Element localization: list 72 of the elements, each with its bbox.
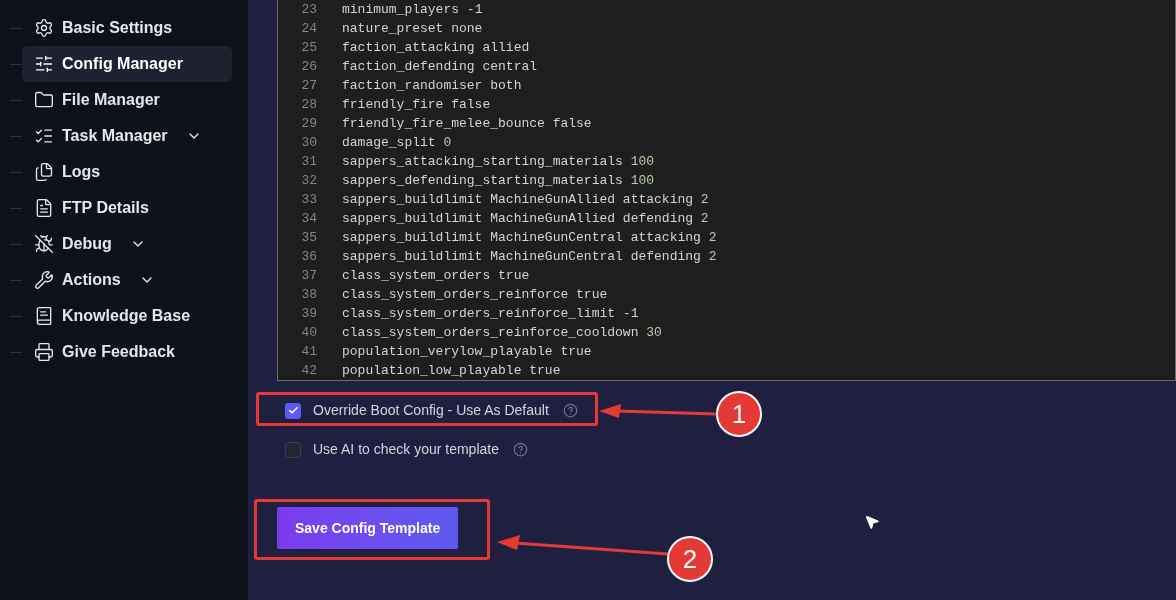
document-icon — [34, 198, 54, 218]
bug-off-icon — [34, 234, 54, 254]
checkbox-label[interactable]: Use AI to check your template — [313, 439, 499, 460]
sidebar-item[interactable]: File Manager — [22, 82, 232, 118]
code-line: sappers_buildlimit MachineGunAllied defending 2 — [342, 210, 709, 228]
code-line: sappers_buildlimit MachineGunCentral defending 2 — [342, 248, 717, 266]
line-number: 37 — [300, 267, 317, 285]
line-number: 26 — [300, 58, 317, 76]
code-line: sappers_defending_starting_materials 100 — [342, 172, 655, 190]
code-line: minimum_players -1 — [342, 1, 483, 19]
code-line: class_system_orders true — [342, 267, 530, 285]
sidebar-item[interactable]: Actions — [22, 262, 232, 298]
line-number: 33 — [300, 191, 317, 209]
help-icon[interactable] — [513, 442, 528, 457]
code-line: friendly_fire_melee_bounce false — [342, 115, 592, 133]
code-line: population_low_playable true — [342, 362, 561, 380]
code-line: class_system_orders_reinforce true — [342, 286, 608, 304]
code-line: population_verylow_playable true — [342, 343, 592, 361]
line-number: 28 — [300, 96, 317, 114]
line-number: 40 — [300, 324, 317, 342]
documents-icon — [34, 162, 54, 182]
code-line: class_system_orders_reinforce_limit -1 — [342, 305, 639, 323]
code-line: sappers_buildlimit MachineGunAllied attacking 2 — [342, 191, 709, 209]
code-line: class_system_orders_reinforce_cooldown 30 — [342, 324, 662, 342]
line-number: 41 — [300, 343, 317, 361]
sidebar-item[interactable]: Give Feedback — [22, 334, 232, 370]
sidebar-item[interactable]: FTP Details — [22, 190, 232, 226]
line-number: 30 — [300, 134, 317, 152]
line-number: 27 — [300, 77, 317, 95]
line-number: 32 — [300, 172, 317, 190]
wrench-icon — [34, 270, 54, 290]
sidebar-item[interactable]: Config Manager — [22, 46, 232, 82]
line-number: 39 — [300, 305, 317, 323]
gear-icon — [34, 18, 54, 38]
line-number: 36 — [300, 248, 317, 266]
mouse-cursor-icon — [864, 514, 880, 530]
callout-number: 1 — [716, 391, 762, 437]
code-line: faction_randomiser both — [342, 77, 522, 95]
line-number: 23 — [300, 1, 317, 19]
checklist-icon — [34, 126, 54, 146]
line-number: 42 — [300, 362, 317, 380]
sidebar-item[interactable]: Debug — [22, 226, 232, 262]
line-number: 35 — [300, 229, 317, 247]
sliders-icon — [34, 54, 54, 74]
line-number: 38 — [300, 286, 317, 304]
line-number: 29 — [300, 115, 317, 133]
sidebar-item[interactable]: Task Manager — [22, 118, 232, 154]
checkbox-label[interactable]: Override Boot Config - Use As Default — [313, 400, 549, 421]
code-editor[interactable] — [277, 0, 1176, 381]
sidebar-item[interactable]: Knowledge Base — [22, 298, 232, 334]
sidebar-item[interactable]: Basic Settings — [22, 10, 232, 46]
code-line: faction_attacking allied — [342, 39, 530, 57]
line-number: 34 — [300, 210, 317, 228]
checkbox[interactable] — [285, 441, 301, 458]
callout-number: 2 — [667, 536, 713, 582]
code-line: nature_preset none — [342, 20, 483, 38]
line-number: 25 — [300, 39, 317, 57]
code-line: sappers_attacking_starting_materials 100 — [342, 153, 655, 171]
code-line: friendly_fire false — [342, 96, 491, 114]
sidebar-item[interactable]: Logs — [22, 154, 232, 190]
code-line: damage_split 0 — [342, 134, 452, 152]
check-icon — [287, 405, 299, 416]
line-number: 24 — [300, 20, 317, 38]
code-line: sappers_buildlimit MachineGunCentral attacking 2 — [342, 229, 717, 247]
printer-icon — [34, 342, 54, 362]
line-number: 31 — [300, 153, 317, 171]
save-config-button[interactable]: Save Config Template — [277, 507, 459, 549]
code-line: faction_defending central — [342, 58, 538, 76]
checkbox[interactable] — [285, 402, 301, 419]
book-icon — [34, 306, 54, 326]
folder-icon — [34, 90, 54, 110]
help-icon[interactable] — [562, 403, 578, 418]
